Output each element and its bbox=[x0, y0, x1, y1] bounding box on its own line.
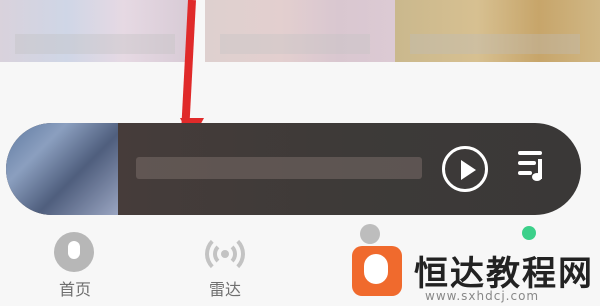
song-title[interactable] bbox=[136, 157, 422, 179]
music-note-icon bbox=[54, 232, 94, 272]
watermark-url: www.sxhdcj.com bbox=[425, 289, 540, 303]
playlist-icon[interactable] bbox=[518, 151, 558, 187]
watermark-logo bbox=[352, 246, 402, 296]
content-card-caption bbox=[220, 34, 370, 54]
content-card-caption bbox=[410, 34, 580, 54]
watermark-text: 恒达教程网 bbox=[414, 254, 594, 294]
tab-radar-label: 雷达 bbox=[208, 280, 241, 299]
radar-icon bbox=[205, 234, 245, 274]
notification-dot bbox=[522, 226, 536, 240]
play-icon[interactable] bbox=[442, 146, 488, 192]
content-card-caption bbox=[15, 34, 175, 54]
tab-home-label: 首页 bbox=[58, 280, 91, 299]
mini-player-bar[interactable] bbox=[6, 123, 581, 215]
tab-icon-partial[interactable] bbox=[360, 224, 380, 244]
album-art[interactable] bbox=[6, 123, 118, 215]
